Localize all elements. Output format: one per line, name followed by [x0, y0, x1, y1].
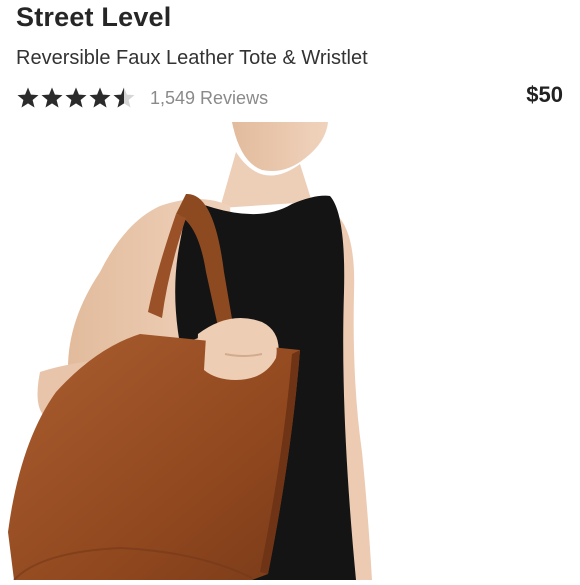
- star-icon: [89, 87, 111, 108]
- half-star-icon: [113, 87, 135, 108]
- rating-row: 1,549 Reviews: [16, 84, 268, 112]
- product-header: Street Level Reversible Faux Leather Tot…: [0, 0, 580, 122]
- product-photo[interactable]: [0, 122, 580, 581]
- product-title: Reversible Faux Leather Tote & Wristlet: [16, 47, 368, 69]
- star-rating[interactable]: [16, 86, 136, 110]
- product-price: $50: [526, 82, 563, 107]
- reviews-link[interactable]: 1,549 Reviews: [150, 88, 268, 109]
- star-icon: [41, 87, 63, 108]
- star-icon: [65, 87, 87, 108]
- star-icon: [17, 87, 39, 108]
- brand-name[interactable]: Street Level: [16, 2, 171, 33]
